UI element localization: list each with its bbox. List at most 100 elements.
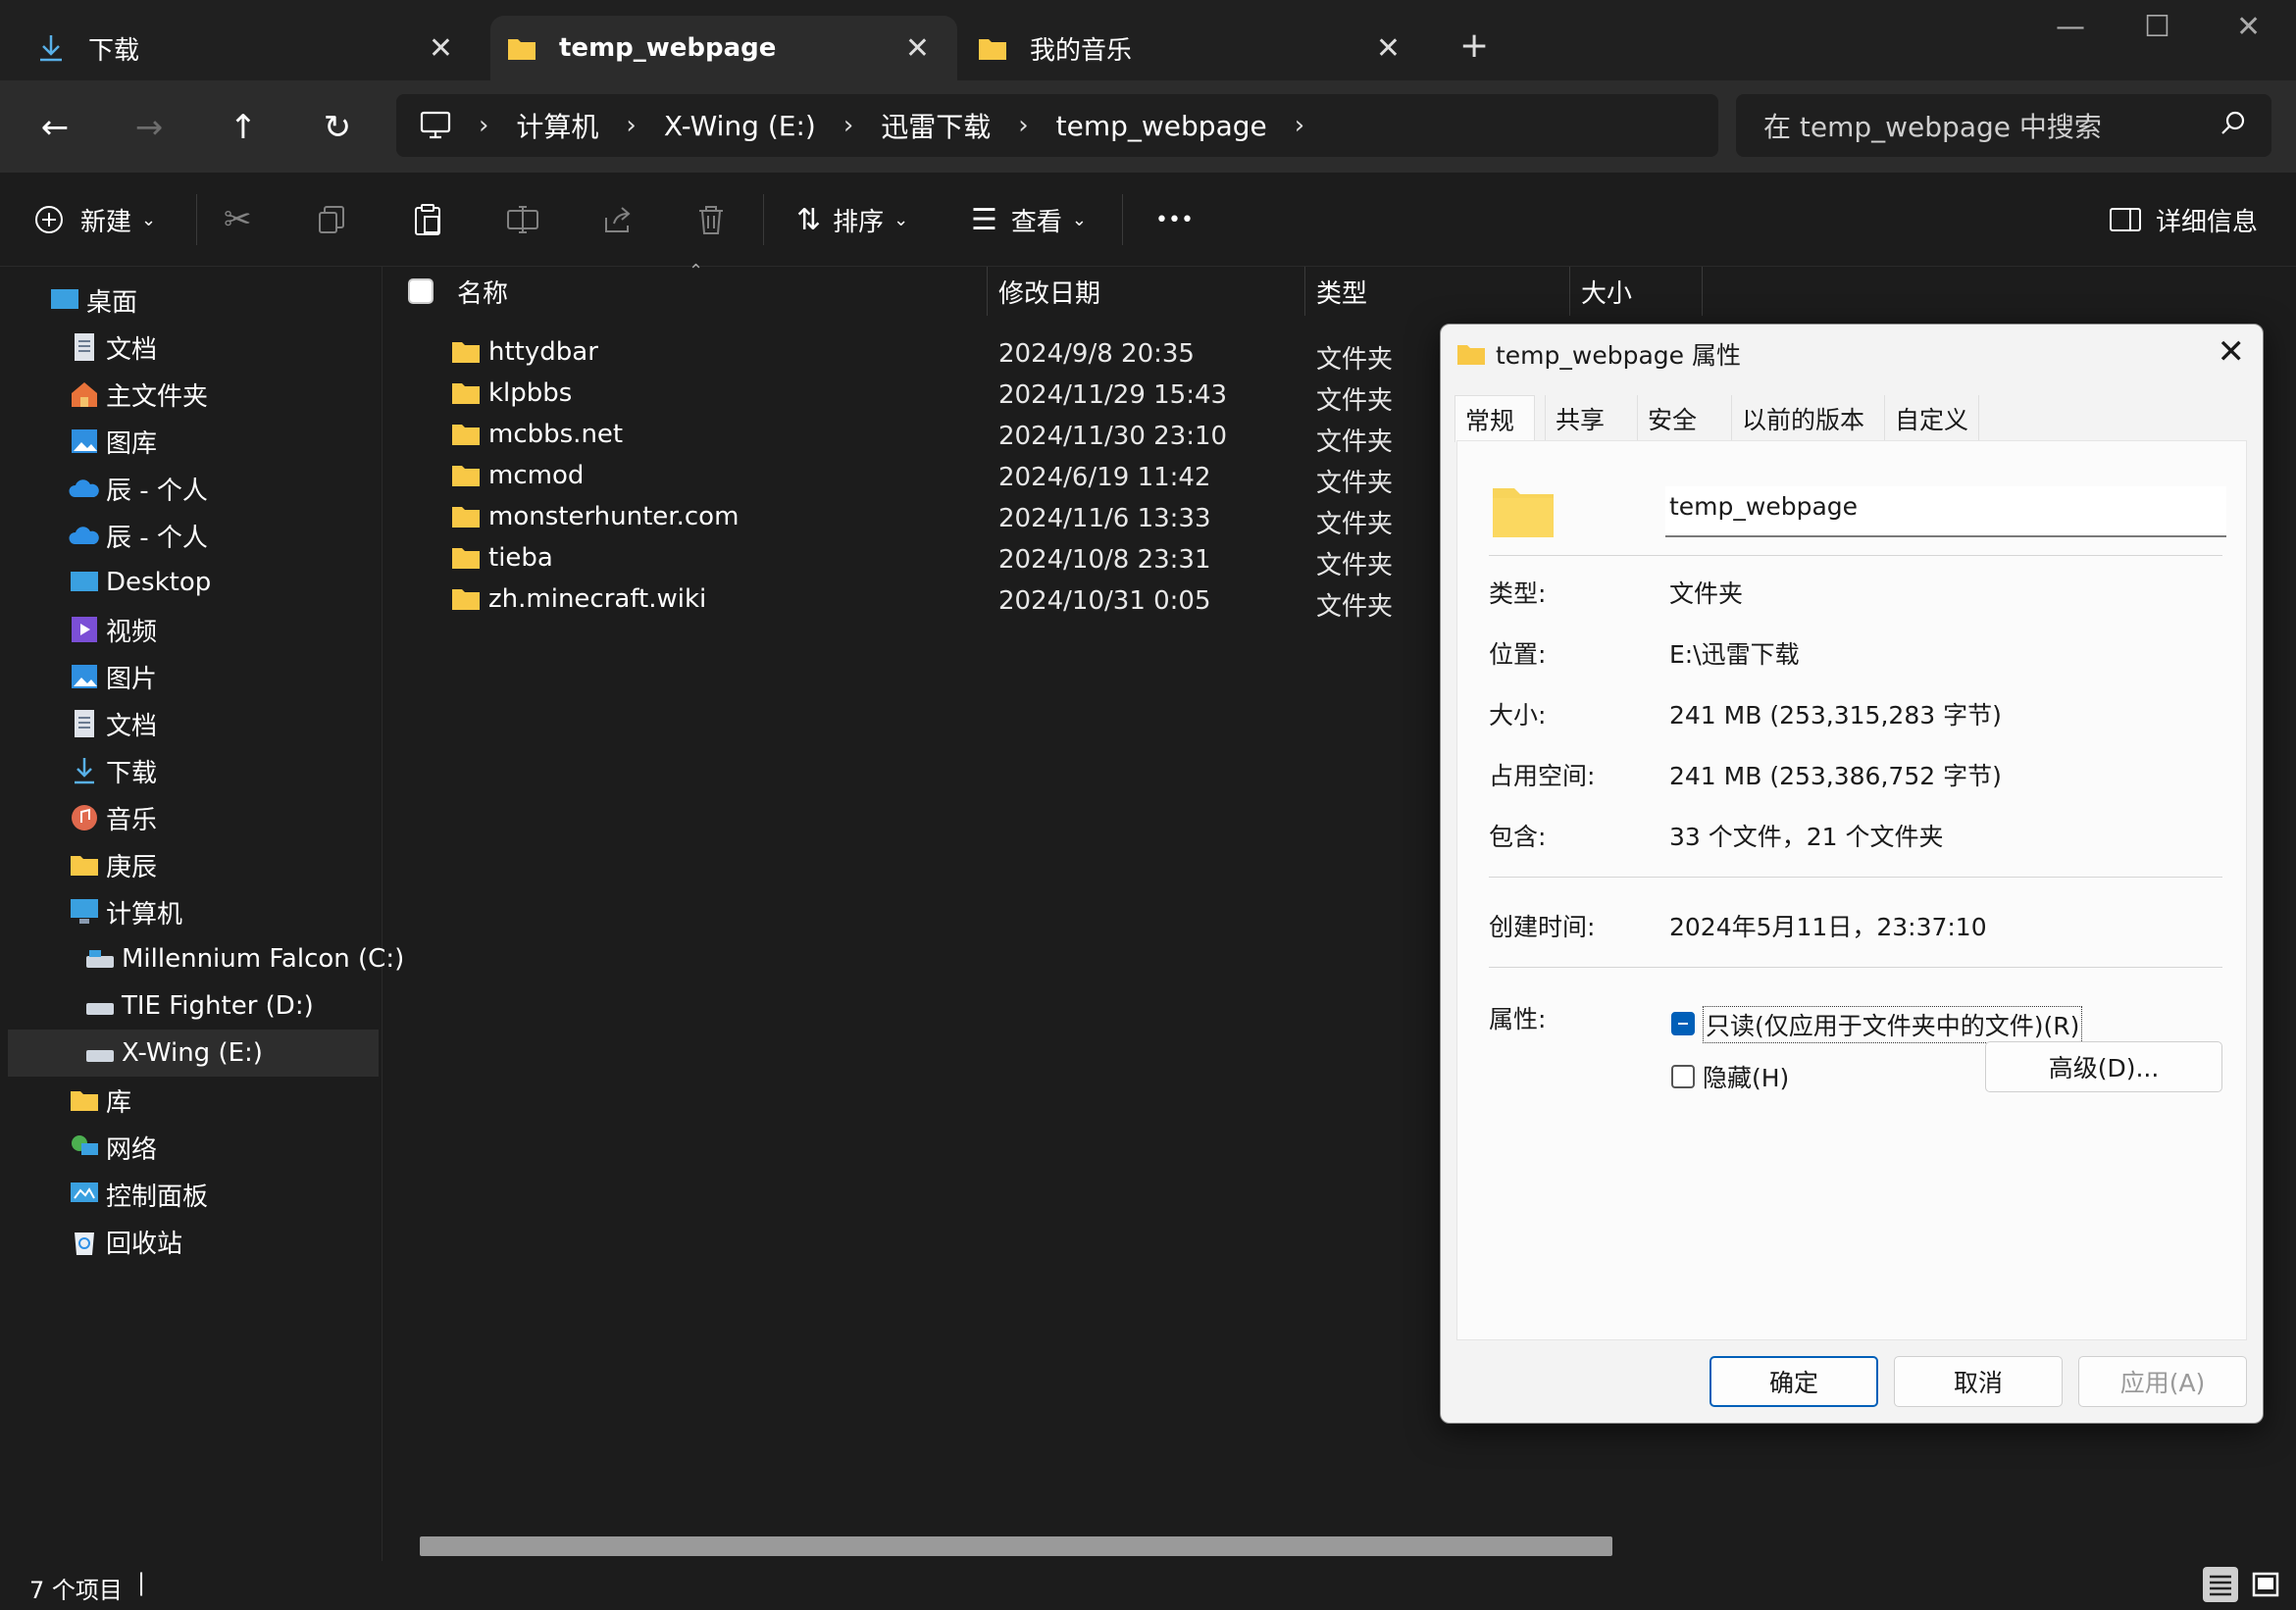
type-value: 文件夹 [1669, 579, 1744, 608]
details-view-icon[interactable] [2203, 1567, 2238, 1602]
tab-label: temp_webpage [559, 33, 777, 63]
sidebar-item-libraries[interactable]: 库 [69, 1077, 131, 1124]
details-pane-button[interactable]: 详细信息 [2109, 196, 2258, 243]
tab-previous-versions[interactable]: 以前的版本 [1731, 395, 1874, 442]
tab-general[interactable]: 常规 [1454, 395, 1535, 442]
sidebar-item-documents-2[interactable]: 文档 [69, 700, 157, 747]
new-tab-button[interactable]: + [1459, 25, 1489, 66]
file-type: 文件夹 [1316, 551, 1394, 580]
sidebar-item-videos[interactable]: 视频 [69, 606, 157, 653]
computer-icon [69, 896, 100, 928]
ok-button[interactable]: 确定 [1709, 1356, 1878, 1407]
readonly-checkbox[interactable] [1671, 1012, 1695, 1035]
rename-icon[interactable] [506, 196, 539, 243]
file-name: mcbbs.net [488, 420, 624, 449]
hidden-checkbox[interactable] [1671, 1065, 1695, 1088]
created-label: 创建时间: [1489, 913, 1596, 941]
sidebar-item-music[interactable]: 音乐 [69, 794, 157, 841]
sidebar-item-computer[interactable]: 计算机 [69, 888, 182, 935]
select-all-checkbox[interactable] [408, 278, 434, 304]
column-header-modified[interactable]: 修改日期 [998, 267, 1100, 316]
sidebar-item-desktop-en[interactable]: Desktop [69, 559, 211, 606]
up-icon[interactable]: ↑ [218, 102, 269, 153]
breadcrumb-item[interactable]: X-Wing (E:) [664, 110, 816, 142]
chevron-down-icon: ⌄ [141, 209, 157, 230]
column-header-type[interactable]: 类型 [1316, 267, 1367, 316]
file-modified: 2024/10/31 0:05 [998, 586, 1211, 616]
horizontal-scrollbar[interactable] [420, 1536, 1612, 1556]
sidebar-item-recycle-bin[interactable]: 回收站 [69, 1218, 182, 1265]
sort-button[interactable]: ⇅ 排序 ⌄ [796, 196, 908, 243]
close-tab-icon[interactable]: ✕ [429, 31, 453, 66]
folder-icon [452, 507, 480, 528]
drive-icon [84, 1037, 116, 1069]
onedrive-icon [69, 520, 100, 551]
tab-security[interactable]: 安全 [1637, 395, 1707, 442]
size-on-disk-value: 241 MB (253,386,752 字节) [1669, 762, 2002, 790]
dialog-close-icon[interactable]: ✕ [2218, 332, 2246, 372]
sidebar-item-gallery[interactable]: 图库 [69, 418, 157, 465]
column-header-size[interactable]: 大小 [1581, 267, 1632, 316]
folder-icon [452, 466, 480, 486]
minimize-icon[interactable]: — [2056, 10, 2085, 44]
cut-icon[interactable]: ✂ [224, 196, 252, 243]
tab-sharing[interactable]: 共享 [1545, 395, 1614, 442]
sidebar-item-drive-c[interactable]: Millennium Falcon (C:) [84, 935, 404, 982]
share-icon[interactable] [602, 196, 634, 243]
tab-temp-webpage[interactable]: temp_webpage ✕ [490, 16, 957, 80]
sidebar-item-desktop[interactable]: 桌面 [49, 277, 137, 324]
breadcrumb-item[interactable]: 计算机 [516, 106, 598, 145]
breadcrumb-item[interactable]: temp_webpage [1056, 110, 1267, 142]
sidebar-item-gengchen[interactable]: 庚辰 [69, 841, 157, 888]
sidebar-item-control-panel[interactable]: 控制面板 [69, 1171, 208, 1218]
file-type: 文件夹 [1316, 510, 1394, 539]
search-placeholder: 在 temp_webpage 中搜索 [1763, 111, 2102, 143]
paste-icon[interactable] [412, 196, 443, 243]
refresh-icon[interactable]: ↻ [312, 102, 363, 153]
maximize-icon[interactable]: ☐ [2144, 10, 2170, 44]
sidebar-item-drive-e[interactable]: X-Wing (E:) [8, 1030, 379, 1077]
apply-button[interactable]: 应用(A) [2078, 1356, 2247, 1407]
more-options-button[interactable]: ••• [1155, 196, 1194, 243]
folder-name-field[interactable]: temp_webpage [1665, 486, 2226, 537]
sidebar-item-pictures[interactable]: 图片 [69, 653, 157, 700]
forward-icon[interactable]: → [124, 102, 175, 153]
tiles-view-icon[interactable] [2248, 1567, 2283, 1602]
sidebar-item-documents[interactable]: 文档 [69, 324, 157, 371]
sort-icon: ⇅ [796, 202, 822, 237]
delete-icon[interactable] [696, 196, 726, 243]
cancel-button[interactable]: 取消 [1894, 1356, 2063, 1407]
sidebar-item-downloads[interactable]: 下载 [69, 747, 157, 794]
folder-icon [506, 32, 537, 64]
new-button[interactable]: 新建 ⌄ [33, 196, 156, 243]
back-icon[interactable]: ← [29, 102, 80, 153]
view-button[interactable]: ☰ 查看 ⌄ [971, 196, 1087, 243]
sidebar-item-onedrive-1[interactable]: 辰 - 个人 [69, 465, 208, 512]
sidebar-item-onedrive-2[interactable]: 辰 - 个人 [69, 512, 208, 559]
tab-downloads[interactable]: 下载 ✕ [0, 16, 481, 80]
column-header-name[interactable]: 名称 [457, 267, 508, 316]
location-label: 位置: [1489, 640, 1547, 669]
tab-my-music[interactable]: 我的音乐 ✕ [961, 16, 1428, 80]
breadcrumb-item[interactable]: 迅雷下载 [881, 106, 991, 145]
details-label: 详细信息 [2156, 207, 2259, 237]
window-close-icon[interactable]: ✕ [2236, 10, 2261, 44]
close-tab-icon[interactable]: ✕ [905, 31, 930, 66]
close-tab-icon[interactable]: ✕ [1376, 31, 1401, 66]
search-input[interactable]: 在 temp_webpage 中搜索 [1736, 94, 2271, 157]
tab-customize[interactable]: 自定义 [1884, 395, 1980, 442]
desktop-icon [69, 567, 100, 598]
plus-circle-icon [33, 204, 65, 235]
file-modified: 2024/6/19 11:42 [998, 463, 1211, 492]
network-icon [69, 1132, 100, 1163]
sidebar-item-drive-d[interactable]: TIE Fighter (D:) [84, 982, 314, 1030]
sidebar-item-network[interactable]: 网络 [69, 1124, 157, 1171]
breadcrumb[interactable]: › 计算机 › X-Wing (E:) › 迅雷下载 › temp_webpag… [396, 94, 1718, 157]
size-on-disk-label: 占用空间: [1489, 762, 1596, 790]
hidden-label[interactable]: 隐藏(H) [1703, 1059, 1789, 1094]
advanced-button[interactable]: 高级(D)... [1985, 1041, 2222, 1092]
copy-icon[interactable] [316, 196, 347, 243]
dialog-title: temp_webpage 属性 [1496, 341, 1741, 370]
readonly-label[interactable]: 只读(仅应用于文件夹中的文件)(R) [1703, 1006, 2083, 1043]
sidebar-item-home[interactable]: 主文件夹 [69, 371, 208, 418]
